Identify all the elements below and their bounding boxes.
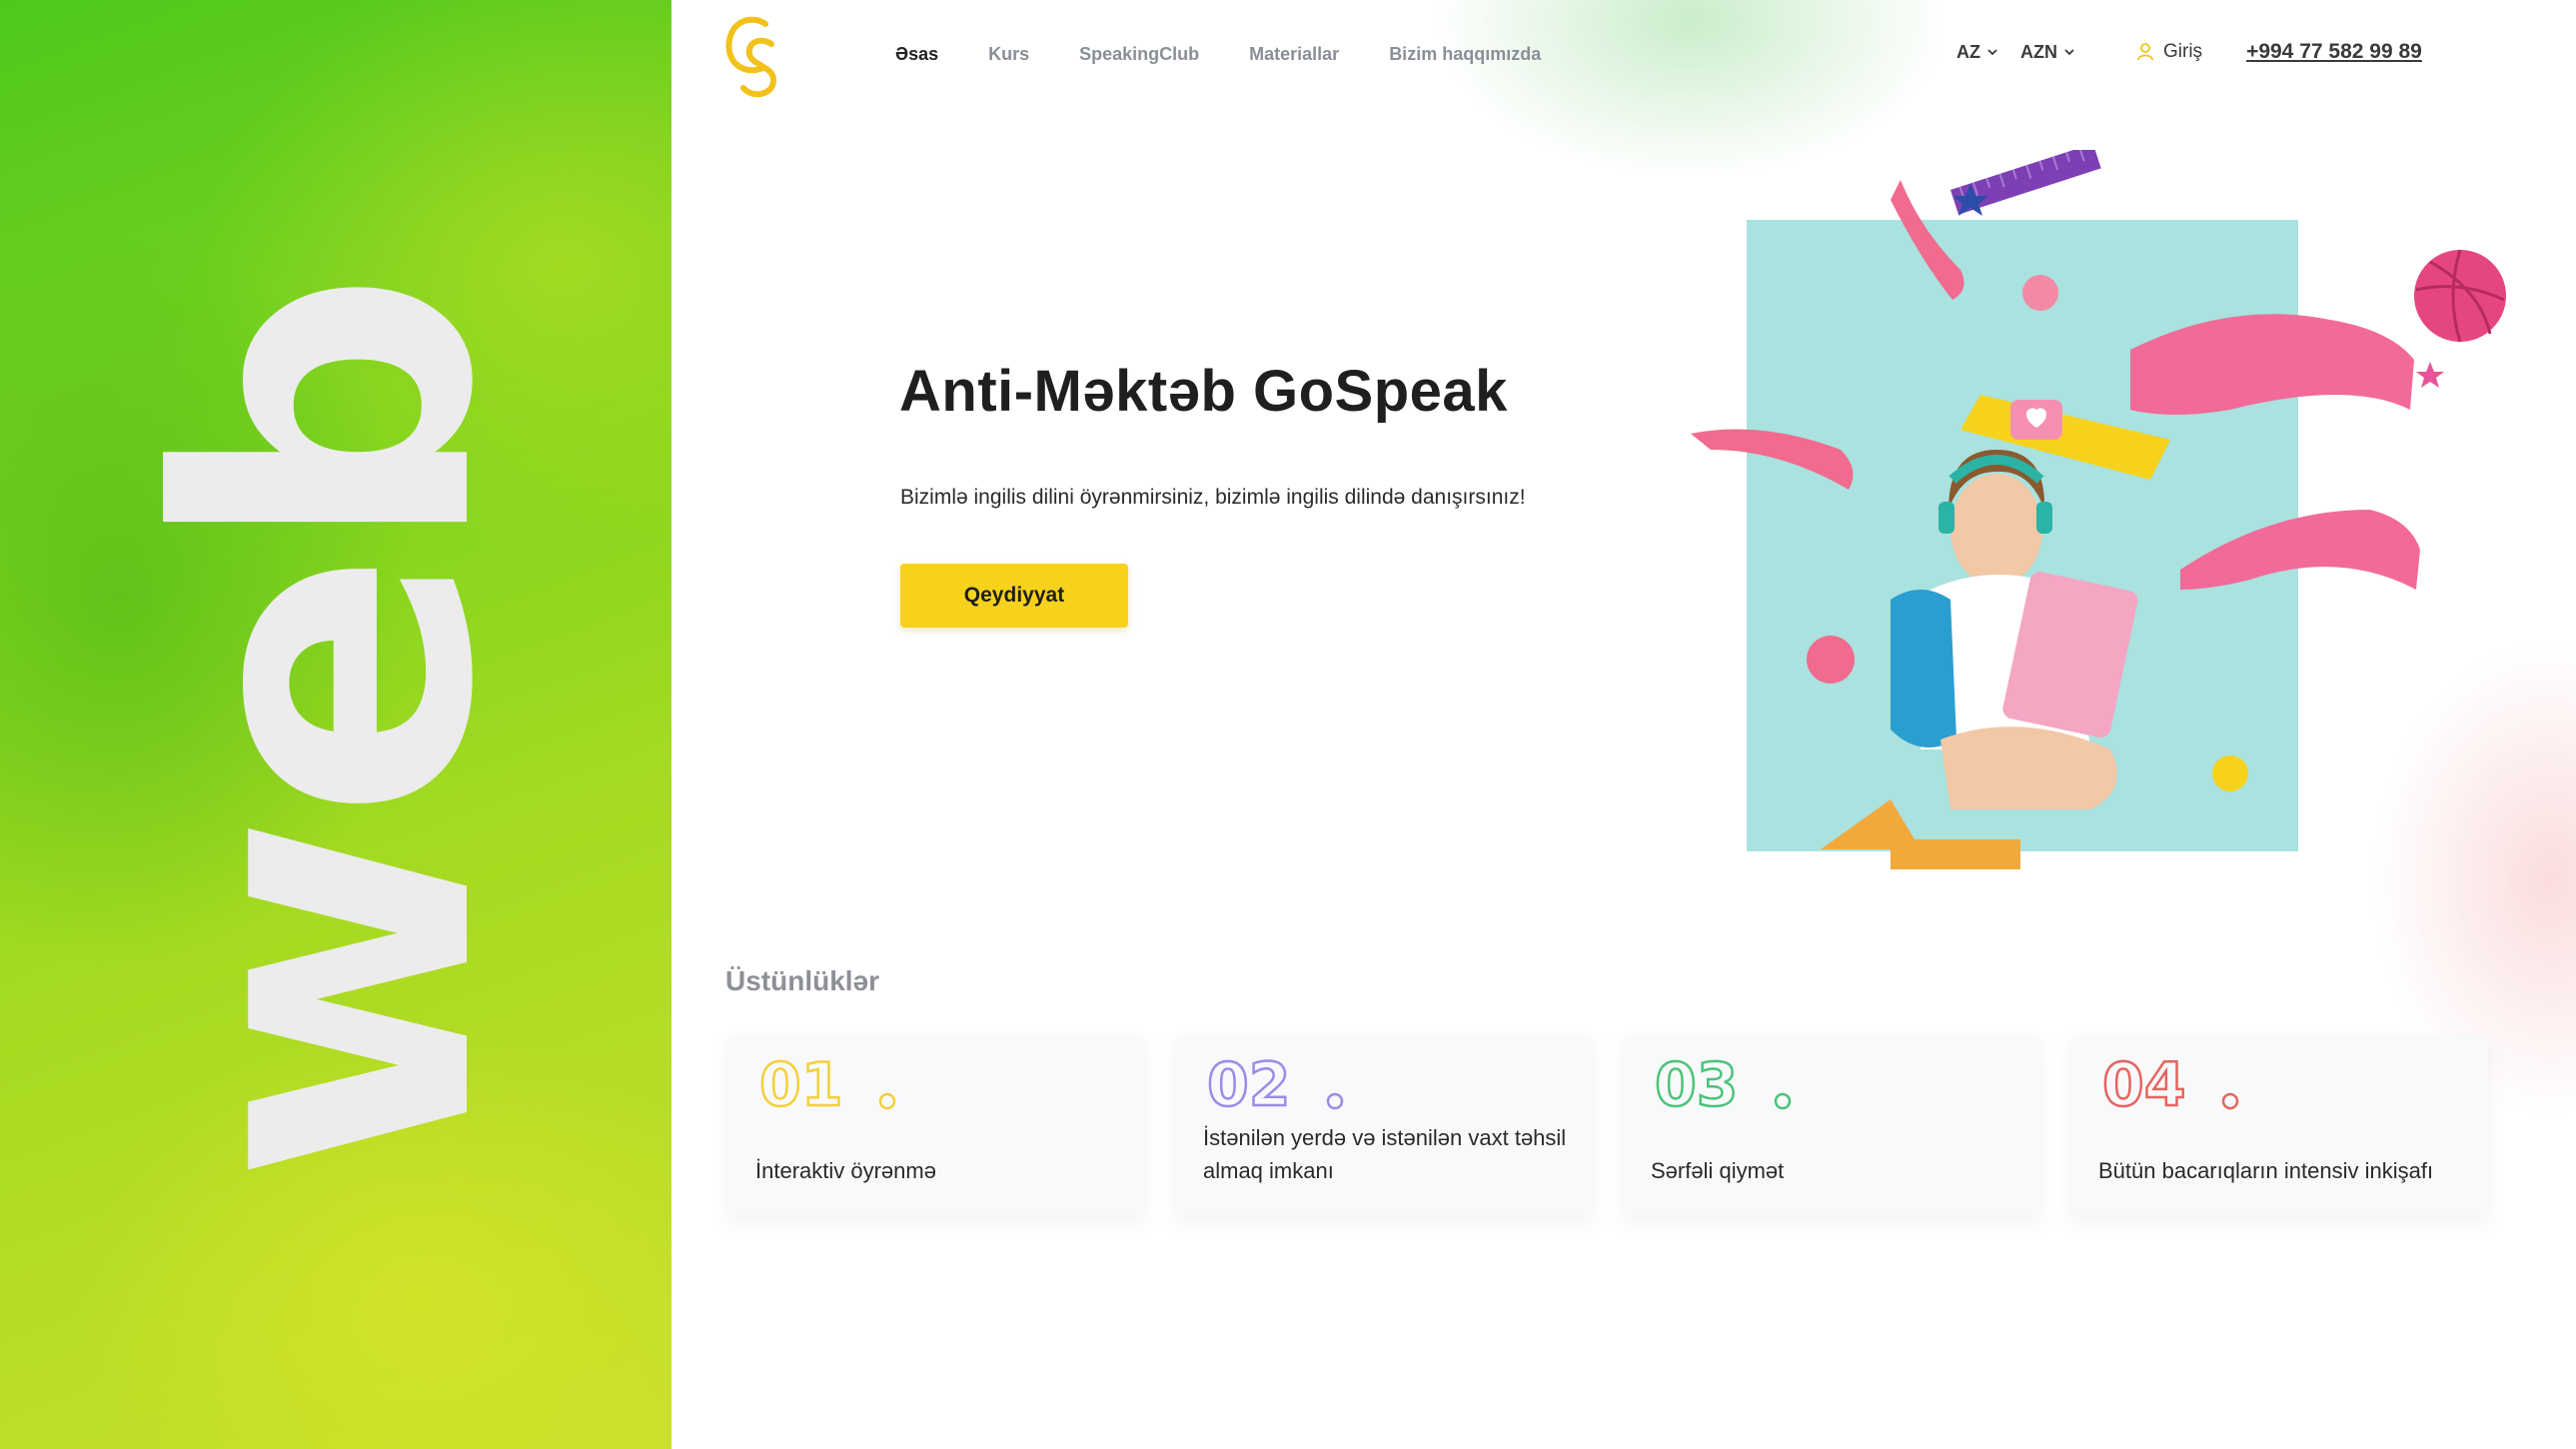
currency-value: AZN: [2020, 41, 2057, 62]
language-value: AZ: [1956, 41, 1980, 62]
login-button[interactable]: Giriş: [2137, 41, 2202, 63]
feature-card: 03 Sərfəli qiymət: [1623, 1035, 2040, 1215]
side-banner: web: [0, 0, 671, 1449]
feature-number: 01: [759, 1049, 896, 1121]
nav-item-bizim-haqqimizda[interactable]: Bizim haqqımızda: [1389, 44, 1541, 65]
register-button[interactable]: Qeydiyyat: [900, 564, 1128, 628]
user-icon: [2137, 43, 2153, 61]
feature-card: 02 İstənilən yerdə və istənilən vaxt təh…: [1175, 1035, 1593, 1215]
hero-illustration: [1691, 150, 2506, 869]
feature-number: 03: [1655, 1049, 1792, 1121]
features-title: Üstünlüklər: [725, 965, 880, 996]
feature-number-text: 04: [2102, 1050, 2186, 1120]
nav-item-kurs[interactable]: Kurs: [988, 44, 1029, 65]
feature-number-text: 03: [1655, 1050, 1739, 1120]
phone-link[interactable]: +994 77 582 99 89: [2246, 40, 2422, 64]
feature-card: 01 İnteraktiv öyrənmə: [727, 1035, 1145, 1215]
feature-number-text: 01: [759, 1050, 843, 1120]
chevron-down-icon: [2064, 49, 2074, 56]
login-label: Giriş: [2163, 41, 2203, 62]
hero-subtitle: Bizimlə ingilis dilini öyrənmirsiniz, bi…: [900, 486, 1526, 509]
website-screenshot: Əsas Kurs SpeakingClub Materiallar Bizim…: [671, 0, 2576, 1449]
feature-number: 02: [1207, 1049, 1344, 1121]
nav-item-esas[interactable]: Əsas: [895, 44, 938, 65]
chevron-down-icon: [1987, 49, 1997, 56]
language-select[interactable]: AZ: [1956, 42, 1998, 63]
feature-text: İstənilən yerdə və istənilən vaxt təhsil…: [1203, 1125, 1567, 1183]
feature-card: 04 Bütün bacarıqların intensiv inkişafı: [2070, 1035, 2488, 1215]
gospeak-logo[interactable]: [719, 10, 789, 100]
feature-number: 04: [2102, 1049, 2239, 1121]
main-nav: Əsas Kurs SpeakingClub Materiallar Bizim…: [895, 44, 1591, 65]
feature-text: İnteraktiv öyrənmə: [755, 1158, 936, 1183]
banner-word: web: [97, 275, 562, 1184]
nav-item-speakingclub[interactable]: SpeakingClub: [1079, 44, 1199, 65]
hero-title: Anti-Məktəb GoSpeak: [899, 359, 1508, 424]
header-actions: AZ AZN Giriş +994 77 582 99 89: [1956, 40, 2422, 64]
currency-select[interactable]: AZN: [2020, 42, 2075, 63]
features-list: 01 İnteraktiv öyrənmə 02 İstənilən yerdə…: [727, 1035, 2488, 1215]
feature-number-text: 02: [1207, 1050, 1291, 1120]
feature-text: Sərfəli qiymət: [1651, 1158, 1785, 1183]
nav-item-materiallar[interactable]: Materiallar: [1249, 44, 1339, 65]
feature-text: Bütün bacarıqların intensiv inkişafı: [2098, 1158, 2434, 1183]
